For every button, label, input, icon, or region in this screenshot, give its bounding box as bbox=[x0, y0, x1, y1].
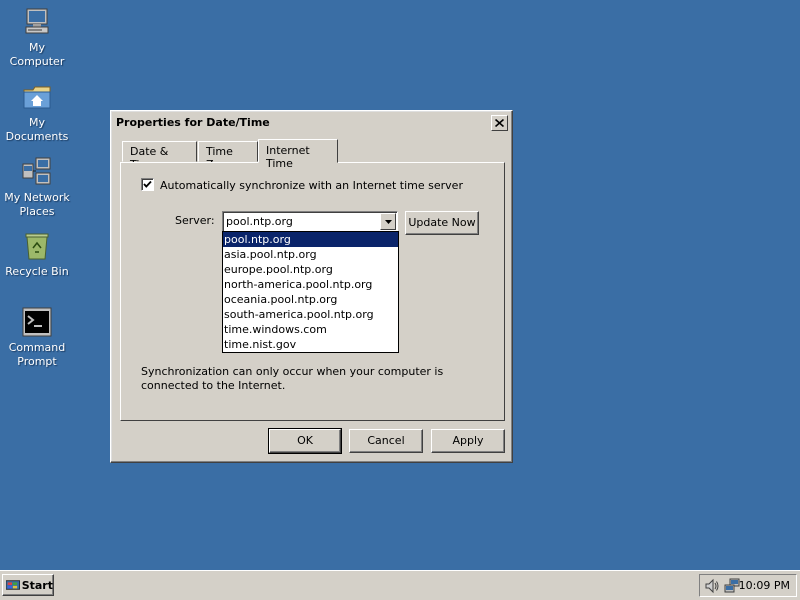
server-option[interactable]: asia.pool.ntp.org bbox=[223, 247, 398, 262]
chevron-down-icon bbox=[384, 219, 392, 224]
command-prompt-icon bbox=[22, 307, 52, 337]
volume-icon[interactable] bbox=[704, 578, 720, 594]
recycle-bin-icon bbox=[25, 233, 49, 260]
checkmark-icon bbox=[143, 180, 152, 188]
date-time-properties-dialog: Properties for Date/Time Date & Time Tim… bbox=[110, 110, 513, 463]
desktop-icon-label: Documents bbox=[5, 130, 69, 143]
server-option[interactable]: time.windows.com bbox=[223, 322, 398, 337]
update-now-label: Update Now bbox=[408, 216, 476, 229]
server-value: pool.ntp.org bbox=[226, 215, 293, 228]
taskbar: Start 10:09 PM bbox=[0, 570, 800, 600]
clock[interactable]: 10:09 PM bbox=[739, 579, 790, 592]
system-tray: 10:09 PM bbox=[699, 574, 797, 597]
desktop-icon-label: Command bbox=[8, 341, 66, 354]
tab-date-time[interactable]: Date & Time bbox=[122, 141, 197, 171]
desktop-icon-label: Computer bbox=[9, 55, 65, 68]
dropdown-arrow-button[interactable] bbox=[380, 213, 396, 230]
my-documents-icon bbox=[23, 86, 51, 109]
cancel-button[interactable]: Cancel bbox=[349, 429, 423, 453]
desktop-icon-label: Prompt bbox=[17, 355, 57, 368]
apply-label: Apply bbox=[452, 434, 484, 447]
auto-sync-label: Automatically synchronize with an Intern… bbox=[160, 179, 463, 192]
desktop-icon-label: Places bbox=[19, 205, 55, 218]
desktop-icon-command-prompt[interactable]: Command Prompt bbox=[0, 306, 74, 369]
desktop-icon-label: My Network bbox=[4, 191, 70, 204]
close-button[interactable] bbox=[491, 115, 508, 131]
desktop-icon-network-places[interactable]: My Network Places bbox=[0, 156, 74, 219]
close-icon bbox=[495, 119, 504, 127]
desktop-icon-label: My bbox=[28, 41, 45, 54]
server-option[interactable]: oceania.pool.ntp.org bbox=[223, 292, 398, 307]
server-option[interactable]: europe.pool.ntp.org bbox=[223, 262, 398, 277]
start-button[interactable]: Start bbox=[2, 574, 54, 596]
sync-note: Synchronization can only occur when your… bbox=[141, 365, 444, 392]
tab-internet-time[interactable]: Internet Time bbox=[258, 139, 338, 170]
desktop-icon-my-documents[interactable]: My Documents bbox=[0, 81, 74, 144]
my-computer-icon bbox=[25, 8, 49, 34]
internet-time-panel: Automatically synchronize with an Intern… bbox=[120, 162, 505, 421]
tab-time-zone[interactable]: Time Zone bbox=[198, 141, 258, 171]
server-option[interactable]: pool.ntp.org bbox=[223, 232, 398, 247]
desktop-icon-label: My bbox=[28, 116, 45, 129]
desktop-icon-recycle-bin[interactable]: Recycle Bin bbox=[0, 230, 74, 279]
network-icon[interactable] bbox=[724, 578, 740, 594]
update-now-button[interactable]: Update Now bbox=[405, 211, 479, 235]
server-option[interactable]: north-america.pool.ntp.org bbox=[223, 277, 398, 292]
server-label: Server: bbox=[175, 214, 215, 227]
server-combobox[interactable]: pool.ntp.org bbox=[222, 211, 398, 232]
apply-button[interactable]: Apply bbox=[431, 429, 505, 453]
auto-sync-checkbox[interactable] bbox=[141, 178, 154, 191]
server-dropdown-list: pool.ntp.org asia.pool.ntp.org europe.po… bbox=[222, 231, 399, 353]
desktop-icon-my-computer[interactable]: My Computer bbox=[0, 6, 74, 69]
windows-logo-icon bbox=[6, 580, 20, 590]
start-label: Start bbox=[21, 578, 53, 592]
cancel-label: Cancel bbox=[367, 434, 405, 447]
server-option[interactable]: south-america.pool.ntp.org bbox=[223, 307, 398, 322]
ok-label: OK bbox=[297, 434, 313, 447]
network-places-icon bbox=[22, 157, 51, 185]
title-bar[interactable]: Properties for Date/Time bbox=[114, 114, 509, 134]
server-option[interactable]: time.nist.gov bbox=[223, 337, 398, 352]
ok-button[interactable]: OK bbox=[268, 428, 342, 454]
dialog-title: Properties for Date/Time bbox=[116, 116, 270, 129]
desktop-icon-label: Recycle Bin bbox=[5, 265, 69, 278]
